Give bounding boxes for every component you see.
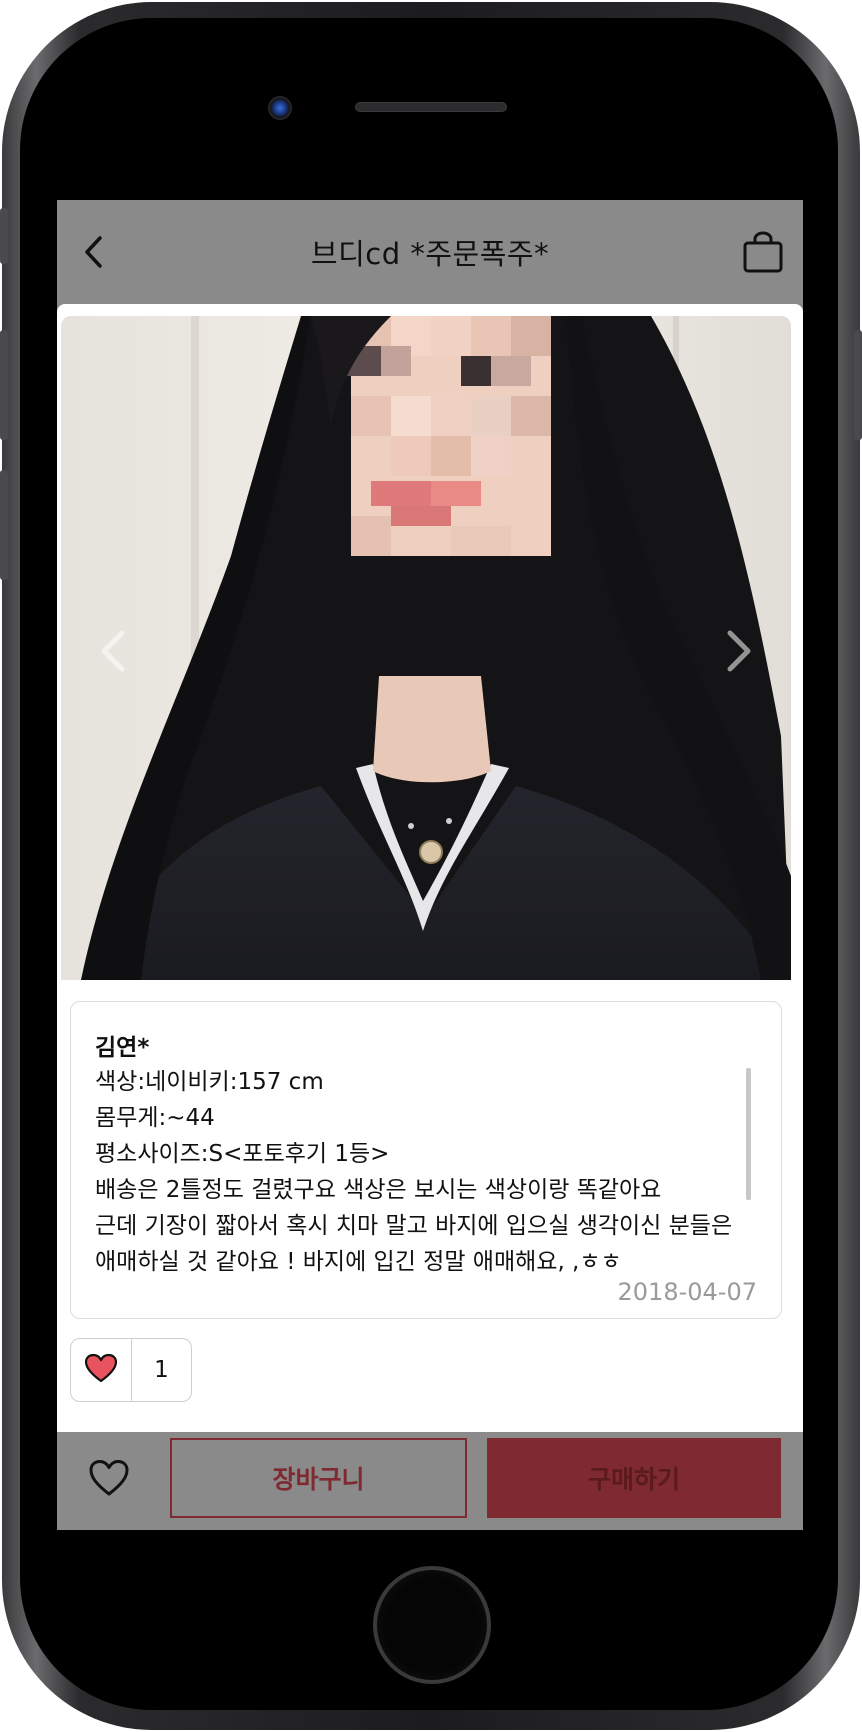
review-line: 애매하실 것 같아요 ! 바지에 입긴 정말 애매해요, ,ㅎㅎ: [95, 1249, 622, 1275]
cart-button[interactable]: [739, 230, 787, 278]
earpiece-speaker: [355, 102, 507, 112]
shopping-bag-icon: [741, 230, 785, 278]
reviewer-name: 김연*: [95, 1035, 150, 1061]
app-screen: 브디cd *주문폭주* 김연* 색상:네이비키:157 cm 몸무게:~44 평…: [57, 200, 803, 1530]
chevron-left-icon: [98, 629, 128, 673]
volume-down-button: [0, 470, 8, 580]
review-line: 색상:네이비키:157 cm: [95, 1069, 324, 1095]
review-card: 김연* 색상:네이비키:157 cm 몸무게:~44 평소사이즈:S<포토후기 …: [70, 1001, 782, 1319]
review-text[interactable]: 색상:네이비키:157 cm 몸무게:~44 평소사이즈:S<포토후기 1등> …: [95, 1064, 755, 1280]
like-count: 1: [154, 1357, 169, 1383]
review-date: 2018-04-07: [617, 1278, 757, 1306]
buy-now-button[interactable]: 구매하기: [487, 1438, 781, 1518]
power-button: [854, 330, 862, 440]
home-button[interactable]: [373, 1566, 491, 1684]
front-camera: [268, 96, 292, 120]
like-widget: 1: [70, 1338, 192, 1402]
review-photo[interactable]: [61, 316, 791, 980]
photo-image: [61, 316, 791, 980]
gallery-next-button[interactable]: [717, 626, 761, 676]
volume-up-button: [0, 330, 8, 440]
top-bar: 브디cd *주문폭주*: [57, 200, 803, 304]
add-to-cart-button[interactable]: 장바구니: [170, 1438, 467, 1518]
like-button[interactable]: [71, 1339, 132, 1401]
review-line: 근데 기장이 짧아서 혹시 치마 말고 바지에 입으실 생각이신 분들은: [95, 1213, 733, 1239]
bottom-action-bar: 장바구니 구매하기: [57, 1432, 803, 1530]
heart-icon: [84, 1353, 118, 1387]
content-sheet: 김연* 색상:네이비키:157 cm 몸무게:~44 평소사이즈:S<포토후기 …: [57, 304, 803, 1432]
gallery-prev-button[interactable]: [91, 626, 135, 676]
page-title: 브디cd *주문폭주*: [310, 237, 550, 271]
back-button[interactable]: [73, 234, 113, 274]
chevron-right-icon: [724, 629, 754, 673]
review-scrollbar[interactable]: [746, 1068, 751, 1200]
review-line: 배송은 2틀정도 걸렸구요 색상은 보시는 색상이랑 똑같아요: [95, 1177, 662, 1203]
wishlist-button[interactable]: [85, 1456, 133, 1504]
review-line: 평소사이즈:S<포토후기 1등>: [95, 1141, 390, 1167]
heart-outline-icon: [88, 1459, 130, 1501]
mute-switch: [0, 208, 8, 264]
review-line: 몸무게:~44: [95, 1105, 215, 1131]
chevron-left-icon: [82, 235, 104, 273]
